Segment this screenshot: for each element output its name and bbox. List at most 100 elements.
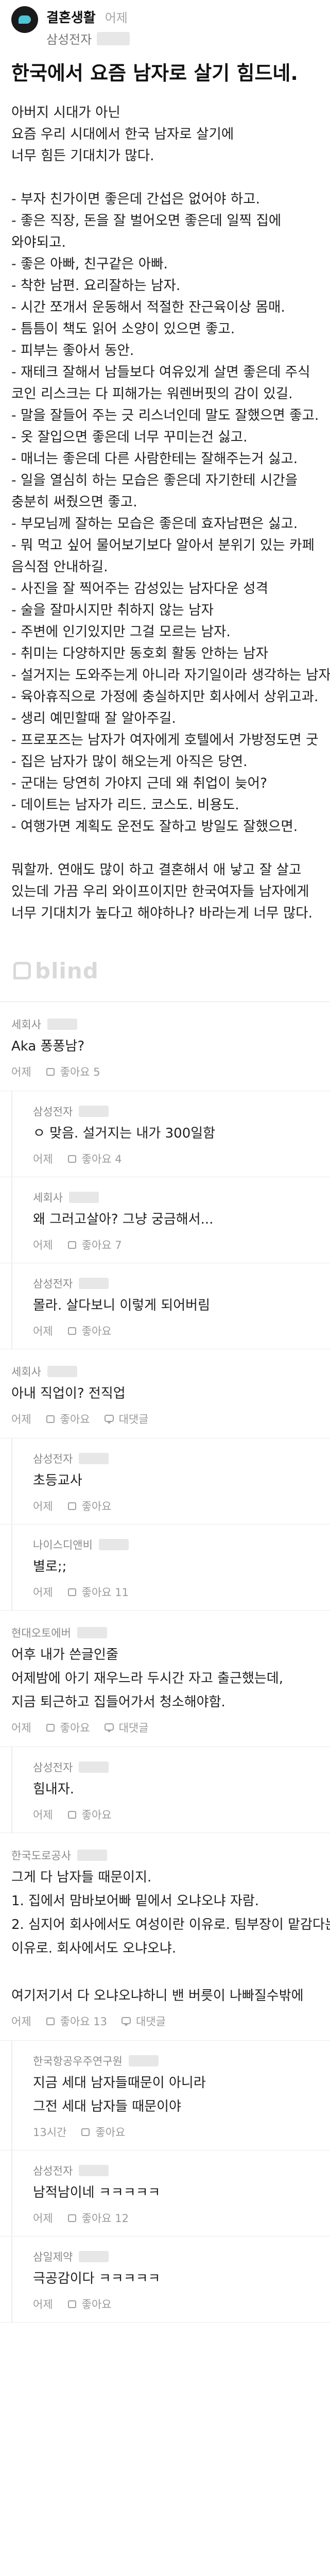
post-body-line: 요즘 우리 시대에서 한국 남자로 살기에 [11,126,234,142]
comment-company: 삼성전자 [33,2165,73,2177]
post-body-line: - 부모님께 잘하는 모습은 좋은데 효자남편은 싫고. [11,516,298,532]
comment-author: 세회사 [11,1363,319,1380]
comment-company: 세회사 [11,1019,41,1031]
like-label: 좋아요 5 [60,1066,100,1078]
post-body-line: - 뭐 먹고 싶어 물어보기보다 알아서 분위기 있는 카페 [11,537,315,553]
comment-author: 삼성전자 [33,2162,319,2179]
comment-text: 힘내자. [33,1782,75,1797]
like-icon [66,1325,78,1336]
post-title: 한국에서 요즘 남자로 살기 힘드네. [11,62,298,84]
redacted-nickname [79,1278,109,1289]
post-body-line: - 설거지는 도와주는게 아니라 자기일이라 생각하는 남자 [11,667,330,683]
like-label: 좋아요 [60,1722,90,1734]
like-label: 좋아요 13 [60,2015,107,2028]
post-body-line: - 피부는 좋아서 동안. [11,343,134,359]
like-icon [45,2015,56,2027]
like-button[interactable]: 좋아요 [66,1323,112,1338]
reply-comment: 삼성전자 남적남이네 ㅋㅋㅋㅋㅋ 어제 좋아요 12 [0,2150,330,2236]
comment-text: 그전 세대 남자들 때문이야 [33,2099,181,2114]
comment-meta: 어제 좋아요 11 [33,1584,319,1600]
comment: 한국도로공사 그게 다 남자들 때문이지. 1. 집에서 맘바보어빠 밑에서 오냐오… [0,1833,330,2041]
like-button[interactable]: 좋아요 4 [66,1151,122,1166]
like-icon [80,2126,91,2138]
like-button[interactable]: 좋아요 13 [45,2013,107,2029]
like-icon [66,2212,78,2224]
comment-text: 어제밤에 아기 재우느라 두시간 자고 출근했는데, [11,1671,283,1686]
comment: 세회사 Aka 퐁퐁남? 어제 좋아요 5 [0,1002,330,1091]
comment-text: ㅇ 맞음. 설거지는 내가 300일함 [33,1126,216,1141]
blind-logo-icon [13,962,31,979]
comment-text: 왜 그러고살아? 그냥 궁금해서... [33,1212,214,1227]
comment-company: 삼성전자 [33,1761,73,1774]
like-button[interactable]: 좋아요 5 [45,1064,100,1079]
reply-label: 대댓글 [118,1413,149,1426]
comment-author: 세회사 [33,1189,319,1206]
like-button[interactable]: 좋아요 [66,1498,112,1514]
comment-company: 삼일제약 [33,2251,73,2263]
comment-author: 세회사 [11,1015,319,1033]
like-label: 좋아요 [81,1325,112,1337]
reply-comment: 삼일제약 극공감이다 ㅋㅋㅋㅋㅋ 어제 좋아요 [0,2236,330,2323]
reply-comment: 한국항공우주연구원 지금 세대 남자들때문이 아니라 그전 세대 남자들 때문이야 1… [0,2041,330,2150]
comment-meta: 어제 좋아요 13 대댓글 [11,2013,319,2029]
post-body-line: - 주변에 인기있지만 그걸 모르는 남자. [11,624,231,640]
comment-text: 초등교사 [33,1473,82,1488]
comment-meta: 어제 좋아요 12 [33,2210,319,2226]
comment-time: 어제 [33,1809,53,1821]
like-button[interactable]: 좋아요 [45,1720,90,1735]
comment-time: 어제 [11,1722,31,1734]
comment-text: 어후 내가 쓴글인줄 [11,1647,118,1663]
post-body-line: 코인 리스크는 다 피해가는 워렌버핏의 감이 있길. [11,386,293,402]
like-button[interactable]: 좋아요 [45,1411,90,1427]
comment-author: 삼성전자 [33,1275,319,1292]
post-page: 결혼생활 어제 삼성전자 한국에서 요즘 남자로 살기 힘드네. 아버지 시대가… [0,0,330,2576]
like-button[interactable]: 좋아요 [80,2124,125,2140]
reply-button[interactable]: 대댓글 [103,1411,149,1427]
like-label: 좋아요 12 [81,2212,129,2225]
comment-author: 한국도로공사 [11,1846,319,1864]
reply-comment: 삼성전자힘내자. 어제 좋아요 [0,1747,330,1833]
like-button[interactable]: 좋아요 11 [66,1584,129,1600]
comment-company: 현대오토에버 [11,1627,71,1639]
post-body-line: - 여행가면 계획도 운전도 잘하고 방일도 잘했으면. [11,819,298,835]
comment-time: 어제 [33,2212,53,2225]
board-avatar[interactable] [11,6,38,33]
comment-time: 어제 [33,1325,53,1337]
comment: 현대오토에버어후 내가 쓴글인줄어제밤에 아기 재우느라 두시간 자고 출근했는… [0,1611,330,1747]
reply-icon [103,1413,115,1425]
post-body-line: 음식점 안내하길. [11,559,108,575]
like-icon [66,1586,78,1598]
like-icon [66,1500,78,1512]
reply-button[interactable]: 대댓글 [120,2013,166,2029]
like-button[interactable]: 좋아요 12 [66,2210,129,2226]
reply-label: 대댓글 [118,1722,149,1734]
like-label: 좋아요 7 [81,1239,122,1251]
blind-logo-text: blind [35,958,99,984]
post-body-line: - 취미는 다양하지만 동호회 활동 안하는 남자 [11,646,268,662]
reply-button[interactable]: 대댓글 [103,1720,149,1735]
board-name[interactable]: 결혼생활 [46,7,96,26]
comment-author: 현대오토에버 [11,1624,319,1641]
reply-icon [120,2015,132,2027]
post-body-line: - 육아휴직으로 가정에 충실하지만 회사에서 상위고과. [11,689,319,705]
comment-company: 세회사 [11,1366,41,1378]
post-body-line: - 프로포즈는 남자가 여자에게 호텔에서 가방정도면 굿 [11,732,319,748]
like-button[interactable]: 좋아요 [66,1807,112,1822]
post-body-line: 너무 힘든 기대치가 많다. [11,148,154,164]
redacted-nickname [97,31,130,45]
like-button[interactable]: 좋아요 [66,2296,112,2312]
comment-text: 몰라. 살다보니 이렇게 되어버림 [33,1298,211,1313]
comment-text: 그게 다 남자들 때문이지. [11,1870,152,1885]
comment-company: 삼성전자 [33,1453,73,1465]
post-body-line: 아버지 시대가 아닌 [11,105,120,121]
like-button[interactable]: 좋아요 7 [66,1237,122,1252]
post-body-line: 와야되고. [11,234,66,250]
comment-author: 삼성전자 [33,1103,319,1120]
comment-meta: 어제 좋아요 [33,2296,319,2312]
post-body-line: - 옷 잘입으면 좋은데 너무 꾸미는건 싫고. [11,429,248,445]
comment: 세회사 아내 직업이? 전직업 어제 좋아요 대댓글 [0,1349,330,1438]
post-body-line: 너무 기대치가 높다고 해야하나? 바라는게 너무 많다. [11,905,313,921]
like-label: 좋아요 11 [81,1586,129,1599]
post-time: 어제 [105,11,128,25]
